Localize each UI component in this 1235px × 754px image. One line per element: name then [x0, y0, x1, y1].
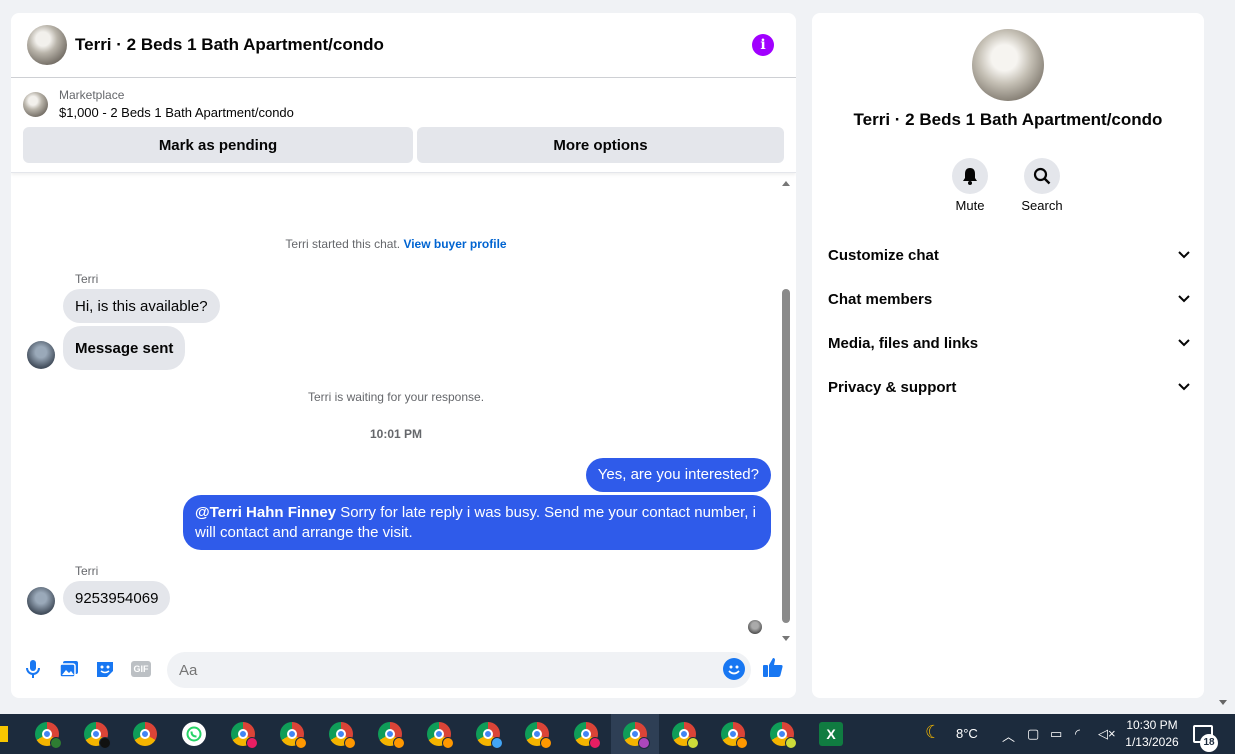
battery-icon[interactable]: ▭ — [1050, 726, 1062, 742]
excel-icon[interactable]: X — [819, 722, 843, 746]
chat-members-section[interactable]: Chat members — [828, 277, 1190, 321]
seen-indicator-avatar — [748, 620, 762, 634]
view-buyer-profile-link[interactable]: View buyer profile — [403, 237, 506, 251]
chevron-down-icon — [1178, 251, 1190, 259]
windows-taskbar: X ☾ 8°C ︿ ▢ ▭ ◜ ◁× 10:30 PM 1/13/2026 18 — [0, 714, 1235, 754]
incoming-message[interactable]: 9253954069 — [63, 581, 171, 615]
like-icon[interactable] — [762, 656, 784, 678]
chevron-down-icon — [1178, 295, 1190, 303]
chrome-icon[interactable] — [280, 722, 307, 749]
customize-chat-section[interactable]: Customize chat — [828, 233, 1190, 277]
sender-name: Terri — [75, 564, 99, 578]
listing-label: Marketplace — [59, 88, 125, 102]
chevron-down-icon — [1178, 383, 1190, 391]
media-files-links-section[interactable]: Media, files and links — [828, 321, 1190, 365]
listing-banner: Marketplace $1,000 - 2 Beds 1 Bath Apart… — [11, 78, 796, 173]
bell-icon — [963, 168, 977, 185]
search-button[interactable]: Search — [1012, 158, 1072, 213]
clock-time: 10:30 PM — [1126, 718, 1178, 732]
composer: GIF — [11, 650, 796, 690]
privacy-support-section[interactable]: Privacy & support — [828, 365, 1190, 409]
file-explorer-icon[interactable] — [0, 726, 8, 742]
sender-name: Terri — [75, 272, 99, 286]
sender-avatar[interactable] — [27, 587, 55, 615]
chevron-down-icon — [1178, 339, 1190, 347]
chrome-icon[interactable] — [476, 722, 503, 749]
message-input[interactable] — [167, 652, 751, 688]
mention[interactable]: @Terri Hahn Finney — [195, 504, 336, 521]
chat-panel: Terri · 2 Beds 1 Bath Apartment/condo i … — [11, 13, 796, 698]
mute-label: Mute — [955, 198, 985, 213]
sender-avatar[interactable] — [27, 341, 55, 369]
chrome-icon[interactable] — [35, 722, 62, 749]
chrome-icon[interactable] — [378, 722, 405, 749]
moon-weather-icon[interactable]: ☾ — [925, 722, 941, 743]
photo-icon[interactable] — [58, 658, 80, 680]
mark-as-pending-button[interactable]: Mark as pending — [23, 127, 413, 163]
clock-date: 1/13/2026 — [1125, 735, 1179, 749]
system-clock[interactable]: 10:30 PM 1/13/2026 — [1122, 717, 1182, 751]
chrome-icon[interactable] — [525, 722, 552, 749]
outgoing-message[interactable]: @Terri Hahn Finney Sorry for late reply … — [183, 495, 771, 550]
page-scroll-down-arrow[interactable] — [1219, 700, 1227, 705]
chrome-icon[interactable] — [133, 722, 157, 746]
scroll-thumb[interactable] — [782, 289, 790, 623]
message-scrollbar[interactable] — [781, 177, 791, 641]
mute-button[interactable]: Mute — [940, 158, 1000, 213]
listing-price-title[interactable]: $1,000 - 2 Beds 1 Bath Apartment/condo — [59, 105, 294, 120]
chrome-icon[interactable] — [574, 722, 601, 749]
weather-temperature[interactable]: 8°C — [956, 726, 978, 741]
chrome-icon[interactable] — [721, 722, 748, 749]
scroll-down-arrow[interactable] — [782, 636, 790, 641]
contact-avatar-large[interactable] — [972, 29, 1044, 101]
chrome-icon[interactable] — [672, 722, 699, 749]
camera-icon[interactable]: ▢ — [1027, 726, 1039, 742]
outgoing-message[interactable]: Yes, are you interested? — [585, 458, 771, 492]
wifi-icon[interactable]: ◜ — [1075, 726, 1080, 742]
chrome-icon[interactable] — [623, 722, 650, 749]
chrome-icon[interactable] — [329, 722, 356, 749]
incoming-message[interactable]: Message sent — [63, 326, 186, 370]
search-label: Search — [1021, 198, 1063, 213]
incoming-message[interactable]: Hi, is this available? — [63, 289, 220, 323]
chrome-icon[interactable] — [231, 722, 258, 749]
message-list[interactable]: Terri started this chat. View buyer prof… — [11, 175, 796, 645]
message-timestamp: 10:01 PM — [369, 427, 423, 441]
chrome-icon[interactable] — [84, 722, 111, 749]
whatsapp-icon[interactable] — [182, 722, 206, 746]
speaker-muted-icon[interactable]: ◁× — [1098, 726, 1116, 742]
waiting-notice: Terri is waiting for your response. — [307, 390, 485, 404]
search-icon — [1033, 167, 1051, 185]
chrome-icon[interactable] — [770, 722, 797, 749]
details-title: Terri · 2 Beds 1 Bath Apartment/condo — [853, 110, 1163, 129]
chevron-up-icon[interactable]: ︿ — [1002, 726, 1015, 745]
notification-count-badge: 18 — [1200, 734, 1218, 752]
sticker-icon[interactable] — [94, 658, 116, 680]
scroll-up-arrow[interactable] — [782, 181, 790, 186]
chat-details-panel: Terri · 2 Beds 1 Bath Apartment/condo Mu… — [812, 13, 1204, 698]
microphone-icon[interactable] — [22, 658, 44, 680]
chat-header: Terri · 2 Beds 1 Bath Apartment/condo i — [11, 13, 796, 78]
chrome-icon[interactable] — [427, 722, 454, 749]
more-options-button[interactable]: More options — [417, 127, 784, 163]
chat-title[interactable]: Terri · 2 Beds 1 Bath Apartment/condo — [75, 35, 384, 55]
gif-icon[interactable]: GIF — [130, 658, 152, 680]
contact-avatar[interactable] — [27, 25, 67, 65]
listing-thumbnail[interactable] — [23, 91, 48, 117]
info-icon[interactable]: i — [752, 34, 774, 56]
chat-started-notice: Terri started this chat. View buyer prof… — [285, 237, 507, 251]
emoji-icon[interactable] — [723, 658, 745, 680]
